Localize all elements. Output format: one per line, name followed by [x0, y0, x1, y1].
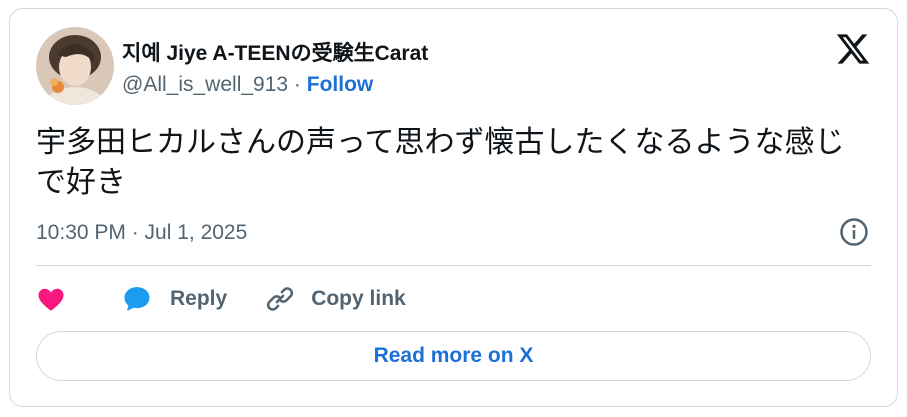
author-handle[interactable]: @All_is_well_913 [122, 73, 288, 96]
tweet-actions: Reply Copy link [36, 281, 406, 317]
reply-button[interactable]: Reply [122, 284, 227, 314]
heart-icon [38, 288, 64, 311]
follow-button[interactable]: Follow [307, 73, 374, 96]
avatar-image [36, 27, 114, 105]
avatar[interactable] [36, 27, 114, 105]
read-more-button[interactable]: Read more on X [36, 331, 871, 381]
tweet-timestamp[interactable]: 10:30 PM · Jul 1, 2025 [36, 221, 247, 245]
tweet-text: 宇多田ヒカルさんの声って思わず懐古したくなるような感じで好き [36, 125, 845, 200]
handle-separator: · [293, 73, 301, 96]
like-button[interactable] [36, 284, 66, 314]
x-logo-icon[interactable] [835, 31, 871, 67]
embedded-tweet-card: 지예 Jiye A-TEENの受験生Carat @All_is_well_913… [9, 8, 898, 407]
copy-link-label: Copy link [311, 287, 406, 310]
chain-link-icon [267, 287, 294, 311]
divider [36, 265, 871, 266]
author-handle-row: @All_is_well_913 · Follow [122, 73, 373, 97]
speech-bubble-icon [124, 287, 150, 311]
info-icon[interactable] [839, 217, 869, 247]
author-display-name[interactable]: 지예 Jiye A-TEENの受験生Carat [122, 37, 428, 67]
reply-label: Reply [170, 287, 228, 310]
copy-link-button[interactable]: Copy link [265, 284, 406, 314]
